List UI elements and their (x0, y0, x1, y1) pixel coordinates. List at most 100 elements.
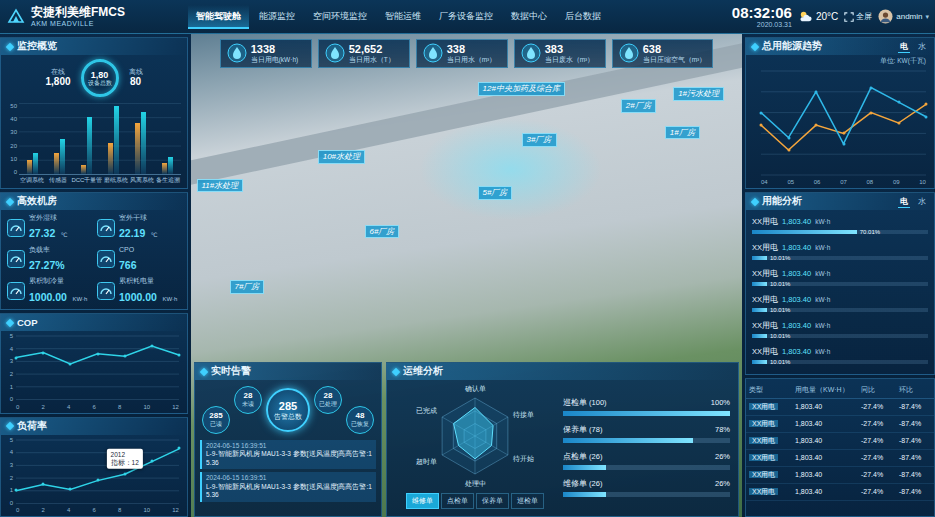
diamond-icon (200, 367, 208, 375)
data-point[interactable] (815, 124, 818, 127)
table-row[interactable]: XX用电1,803.40-27.4%-87.4% (746, 484, 934, 501)
building-label[interactable]: 10#水处理 (318, 150, 365, 164)
bar[interactable] (168, 157, 173, 174)
data-point[interactable] (842, 132, 845, 135)
alarm-text: L-9-智能新风机房 MAU1-3-3 参数[送风温度]高高告警:15.36 (206, 450, 372, 467)
table-row[interactable]: XX用电1,803.40-27.4%-87.4% (746, 433, 934, 450)
alarm-stats: 285已读28未读 285告警总数 28已处理48已恢复 (195, 380, 381, 440)
alarm-time: 2024-06-15 16:39:51 (206, 442, 372, 450)
data-point[interactable] (15, 356, 18, 359)
data-point[interactable] (150, 345, 153, 348)
data-point[interactable] (178, 354, 181, 357)
data-point[interactable] (42, 482, 45, 485)
bar[interactable] (60, 139, 65, 175)
ops-tab[interactable]: 维修单 (406, 493, 439, 509)
nav-tab[interactable]: 空间环境监控 (305, 5, 375, 29)
building-label[interactable]: 5#厂房 (478, 186, 513, 200)
building-label[interactable]: 1#污水处理 (673, 87, 724, 101)
data-point[interactable] (150, 460, 153, 463)
bar[interactable] (27, 160, 32, 174)
data-point[interactable] (925, 115, 928, 118)
nav-tab[interactable]: 后台数据 (557, 5, 609, 29)
bar-group (100, 103, 127, 174)
nav-tab[interactable]: 能源监控 (251, 5, 303, 29)
alarm-stat: 285已读 (202, 406, 230, 434)
bar[interactable] (81, 165, 86, 174)
panel-title: COP (1, 314, 187, 331)
data-point[interactable] (760, 124, 763, 127)
kpi-label: 当日废水（m³） (545, 56, 595, 64)
building-label[interactable]: 12#中央加药及综合库 (478, 82, 565, 96)
data-point[interactable] (69, 488, 72, 491)
table-cell: -87.4% (896, 450, 934, 467)
data-point[interactable] (842, 142, 845, 145)
energy-tab[interactable]: 水 (916, 196, 928, 208)
fullscreen-button[interactable]: 全屏 (844, 11, 872, 22)
bar[interactable] (54, 153, 59, 174)
data-point[interactable] (787, 136, 790, 139)
logo-icon (6, 7, 26, 27)
data-point[interactable] (897, 101, 900, 104)
building-label[interactable]: 6#厂房 (365, 225, 400, 239)
data-point[interactable] (787, 149, 790, 152)
ops-tab[interactable]: 巡检单 (511, 493, 544, 509)
metric-unit: KW·h (162, 296, 177, 302)
bar[interactable] (33, 153, 38, 174)
energy-list: XX用电 1,803.40 kW·h 70.01%XX用电 1,803.40 k… (746, 210, 934, 374)
table-row[interactable]: XX用电1,803.40-27.4%-87.4% (746, 399, 934, 416)
ops-tab[interactable]: 点检单 (441, 493, 474, 509)
nav-tab[interactable]: 智能驾驶舱 (188, 5, 249, 29)
data-point[interactable] (870, 86, 873, 89)
bar[interactable] (114, 106, 119, 174)
nav-tab[interactable]: 厂务设备监控 (431, 5, 501, 29)
building-label[interactable]: 2#厂房 (621, 99, 656, 113)
nav-tab[interactable]: 智能运维 (377, 5, 429, 29)
data-point[interactable] (123, 355, 126, 358)
data-point[interactable] (69, 362, 72, 365)
bar[interactable] (87, 117, 92, 174)
data-point[interactable] (15, 489, 18, 492)
alarm-entry[interactable]: 2024-06-15 16:39:51 L-9-智能新风机房 MAU1-3-3 … (200, 472, 376, 501)
x-tick: 2 (41, 404, 44, 410)
bar[interactable] (135, 123, 140, 174)
building-label[interactable]: 3#厂房 (522, 133, 557, 147)
table-row[interactable]: XX用电1,803.40-27.4%-87.4% (746, 416, 934, 433)
bar[interactable] (162, 163, 167, 174)
table-row[interactable]: XX用电1,803.40-27.4%-87.4% (746, 450, 934, 467)
building-label[interactable]: 1#厂房 (665, 126, 700, 140)
ops-tab[interactable]: 保养单 (476, 493, 509, 509)
user-menu[interactable]: andmin ▾ (878, 9, 929, 24)
x-tick: 6 (92, 507, 95, 513)
data-point[interactable] (925, 103, 928, 106)
grid-line (16, 374, 179, 375)
data-point[interactable] (96, 352, 99, 355)
data-point[interactable] (870, 111, 873, 114)
x-tick: 2 (41, 507, 44, 513)
data-point[interactable] (815, 90, 818, 93)
alarm-entry[interactable]: 2024-06-15 16:39:51 L-9-智能新风机房 MAU1-3-3 … (200, 440, 376, 469)
metric-label: CPO (119, 246, 137, 254)
data-point[interactable] (178, 447, 181, 450)
data-point[interactable] (96, 479, 99, 482)
building-label[interactable]: 11#水处理 (197, 179, 244, 193)
energy-tab[interactable]: 电 (898, 196, 910, 208)
energy-tab[interactable]: 水 (916, 41, 928, 53)
stat-value: 1,800 (45, 76, 70, 88)
plot-area (761, 71, 926, 175)
weather: 20°C (798, 9, 838, 24)
clock: 08:32:06 2020.03.31 (732, 5, 792, 28)
fullscreen-icon (844, 12, 854, 22)
data-point[interactable] (897, 122, 900, 125)
data-point[interactable] (42, 351, 45, 354)
building-label[interactable]: 7#厂房 (230, 280, 265, 294)
type-badge: XX用电 (749, 454, 778, 461)
gauge-icon (7, 219, 25, 237)
nav-tab[interactable]: 数据中心 (503, 5, 555, 29)
energy-tab[interactable]: 电 (898, 41, 910, 53)
data-point[interactable] (123, 472, 126, 475)
bar[interactable] (141, 112, 146, 174)
table-row[interactable]: XX用电1,803.40-27.4%-87.4% (746, 467, 934, 484)
column-header: 环比 (896, 382, 934, 399)
bar[interactable] (108, 143, 113, 174)
data-point[interactable] (760, 111, 763, 114)
